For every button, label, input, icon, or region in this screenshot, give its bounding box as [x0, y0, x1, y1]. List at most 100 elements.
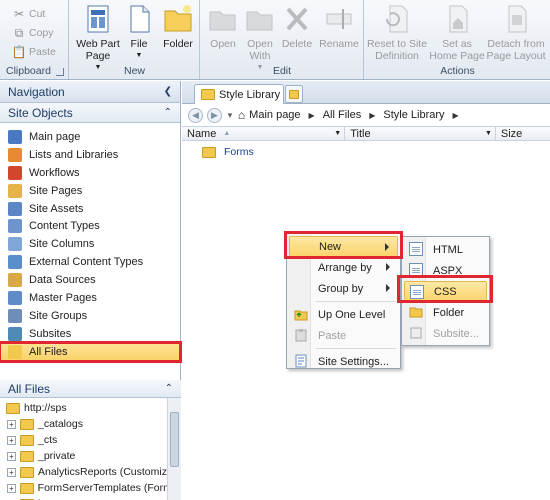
copy-button[interactable]: ⧉ Copy — [12, 24, 54, 42]
open-with-button[interactable]: Open With ▼ — [241, 3, 279, 74]
expand-plus-icon[interactable]: + — [7, 435, 16, 445]
clipboard-icon: 📋 — [11, 45, 27, 59]
sidebar-item-external-content-types[interactable]: External Content Types — [0, 253, 180, 271]
tree-item[interactable]: + AnalyticsReports (Customized — [0, 464, 181, 480]
sidebar-item-label: Data Sources — [29, 274, 96, 287]
breadcrumb-separator-icon[interactable]: ▶ — [453, 111, 459, 120]
expand-plus-icon[interactable]: + — [7, 451, 16, 461]
menu-item-site-settings[interactable]: Site Settings... — [289, 351, 398, 372]
file-row[interactable]: Forms — [182, 144, 550, 160]
web-part-page-button[interactable]: Web Part Page ▼ — [72, 3, 124, 74]
vertical-scrollbar[interactable] — [167, 398, 181, 500]
sidebar-item-master-pages[interactable]: Master Pages — [0, 289, 180, 307]
sidebar-item-lists-and-libraries[interactable]: Lists and Libraries — [0, 146, 180, 164]
sidebar-item-site-pages[interactable]: Site Pages — [0, 182, 180, 200]
folder-button[interactable]: Folder — [158, 3, 198, 50]
paste-button[interactable]: 📋 Paste — [12, 43, 56, 61]
filter-dropdown-icon[interactable]: ▼ — [485, 130, 492, 137]
sidebar-item-site-assets[interactable]: Site Assets — [0, 200, 180, 218]
rename-button[interactable]: Rename — [315, 3, 363, 50]
navigation-header: Navigation ❮ — [0, 81, 180, 103]
menu-item-css[interactable]: CSS — [404, 281, 487, 302]
chevron-up-icon[interactable]: ⌃ — [164, 107, 172, 118]
breadcrumb-all-files[interactable]: All Files — [323, 109, 362, 121]
back-arrow-icon[interactable]: ◀ — [188, 107, 203, 123]
set-as-home-page-button[interactable]: Set as Home Page — [429, 3, 485, 62]
cut-button[interactable]: ✂ Cut — [12, 5, 45, 23]
rename-icon — [323, 3, 355, 35]
breadcrumb-separator-icon[interactable]: ▶ — [369, 111, 375, 120]
menu-item-group-by[interactable]: Group by — [289, 278, 398, 299]
tree-item[interactable]: + _catalogs — [0, 416, 181, 432]
sidebar-item-site-columns[interactable]: Site Columns — [0, 235, 180, 253]
tree-items: + _catalogs + _cts + _private + AnalyticsReport… — [0, 416, 181, 500]
detach-from-page-layout-button[interactable]: Detach from Page Layout — [483, 3, 549, 62]
sidebar-item-workflows[interactable]: Workflows — [0, 164, 180, 182]
column-size[interactable]: Size — [496, 127, 550, 140]
expand-plus-icon[interactable]: + — [7, 467, 16, 477]
sidebar-item-data-sources[interactable]: Data Sources — [0, 271, 180, 289]
folder-icon — [20, 434, 34, 446]
home-icon: ⌂ — [237, 108, 246, 122]
scrollbar-thumb[interactable] — [170, 412, 179, 467]
all-files-icon — [8, 344, 22, 359]
all-files-title: All Files — [8, 381, 51, 396]
tree-item[interactable]: + _cts — [0, 432, 181, 448]
sidebar-item-label: Subsites — [29, 327, 72, 340]
reset-to-site-definition-button[interactable]: Reset to Site Definition — [365, 3, 429, 62]
main-page-icon — [8, 129, 22, 144]
tree-item-label: FormServerTemplates (Form T — [37, 482, 181, 494]
tab-style-library[interactable]: Style Library — [194, 84, 284, 104]
column-title[interactable]: Title ▼ — [345, 127, 496, 140]
sidebar-item-label: Master Pages — [29, 291, 97, 304]
file-button[interactable]: File ▼ — [122, 3, 156, 62]
menu-item-arrange-by[interactable]: Arrange by — [289, 257, 398, 278]
edit-group: Open Open With ▼ Delete Rename Edit — [201, 0, 364, 79]
expand-plus-icon[interactable]: + — [7, 483, 16, 493]
tree-item[interactable]: + _private — [0, 448, 181, 464]
delete-button[interactable]: Delete — [279, 3, 315, 50]
tree-item[interactable]: +images — [0, 496, 181, 500]
menu-item-new[interactable]: New — [289, 236, 398, 257]
breadcrumb-style-library[interactable]: Style Library — [383, 109, 444, 121]
filter-dropdown-icon[interactable]: ▼ — [334, 130, 341, 137]
forward-arrow-icon[interactable]: ▶ — [207, 107, 222, 123]
history-dropdown-icon[interactable]: ▼ — [226, 111, 234, 120]
breadcrumb-separator-icon[interactable]: ▶ — [309, 111, 315, 120]
menu-item-subsite[interactable]: Subsite... — [404, 323, 487, 344]
sidebar-item-content-types[interactable]: Content Types — [0, 217, 180, 235]
dialog-launcher-icon[interactable] — [56, 68, 64, 76]
breadcrumb-main-page[interactable]: Main page — [249, 109, 300, 121]
sidebar-item-main-page[interactable]: Main page — [0, 128, 180, 146]
folder-icon — [19, 482, 34, 494]
master-pages-icon — [8, 290, 22, 305]
all-files-panel: All Files ⌃ http://sps + _catalogs + _cts + _… — [0, 380, 181, 500]
sidebar-item-site-groups[interactable]: Site Groups — [0, 307, 180, 325]
tree-item[interactable]: + FormServerTemplates (Form T — [0, 480, 181, 496]
tree-item-label: _private — [38, 450, 76, 462]
site-objects-header[interactable]: Site Objects ⌃ — [0, 103, 180, 123]
column-header-row: Name ▲ ▼ Title ▼ Size — [182, 126, 550, 141]
new-tab-button[interactable] — [285, 85, 303, 103]
expand-plus-icon[interactable]: + — [7, 419, 16, 429]
collapse-left-icon[interactable]: ❮ — [164, 86, 172, 97]
open-button[interactable]: Open — [203, 3, 243, 50]
chevron-up-icon[interactable]: ⌃ — [165, 383, 173, 394]
new-group-label: New — [123, 65, 145, 77]
sidebar-item-label: Site Columns — [29, 238, 95, 251]
sidebar-item-all-files[interactable]: All Files — [0, 340, 182, 363]
navigation-pane: Navigation ❮ Site Objects ⌃ Main page Lis… — [0, 81, 182, 500]
menu-item-folder[interactable]: Folder — [404, 302, 487, 323]
menu-item-up-one-level[interactable]: Up One Level — [289, 304, 398, 325]
all-files-header[interactable]: All Files ⌃ — [0, 380, 181, 398]
menu-item-paste[interactable]: Paste — [289, 325, 398, 346]
tree-root[interactable]: http://sps — [0, 400, 181, 416]
menu-item-aspx[interactable]: ASPX — [404, 260, 487, 281]
tree-item-label: _cts — [38, 434, 58, 446]
menu-item-html[interactable]: HTML — [404, 239, 487, 260]
folder-icon — [409, 307, 423, 318]
column-name[interactable]: Name ▲ ▼ — [182, 127, 346, 140]
sidebar-item-label: Content Types — [29, 220, 100, 233]
up-folder-icon — [294, 310, 308, 321]
sidebar-item-subsites[interactable]: Subsites — [0, 325, 180, 343]
